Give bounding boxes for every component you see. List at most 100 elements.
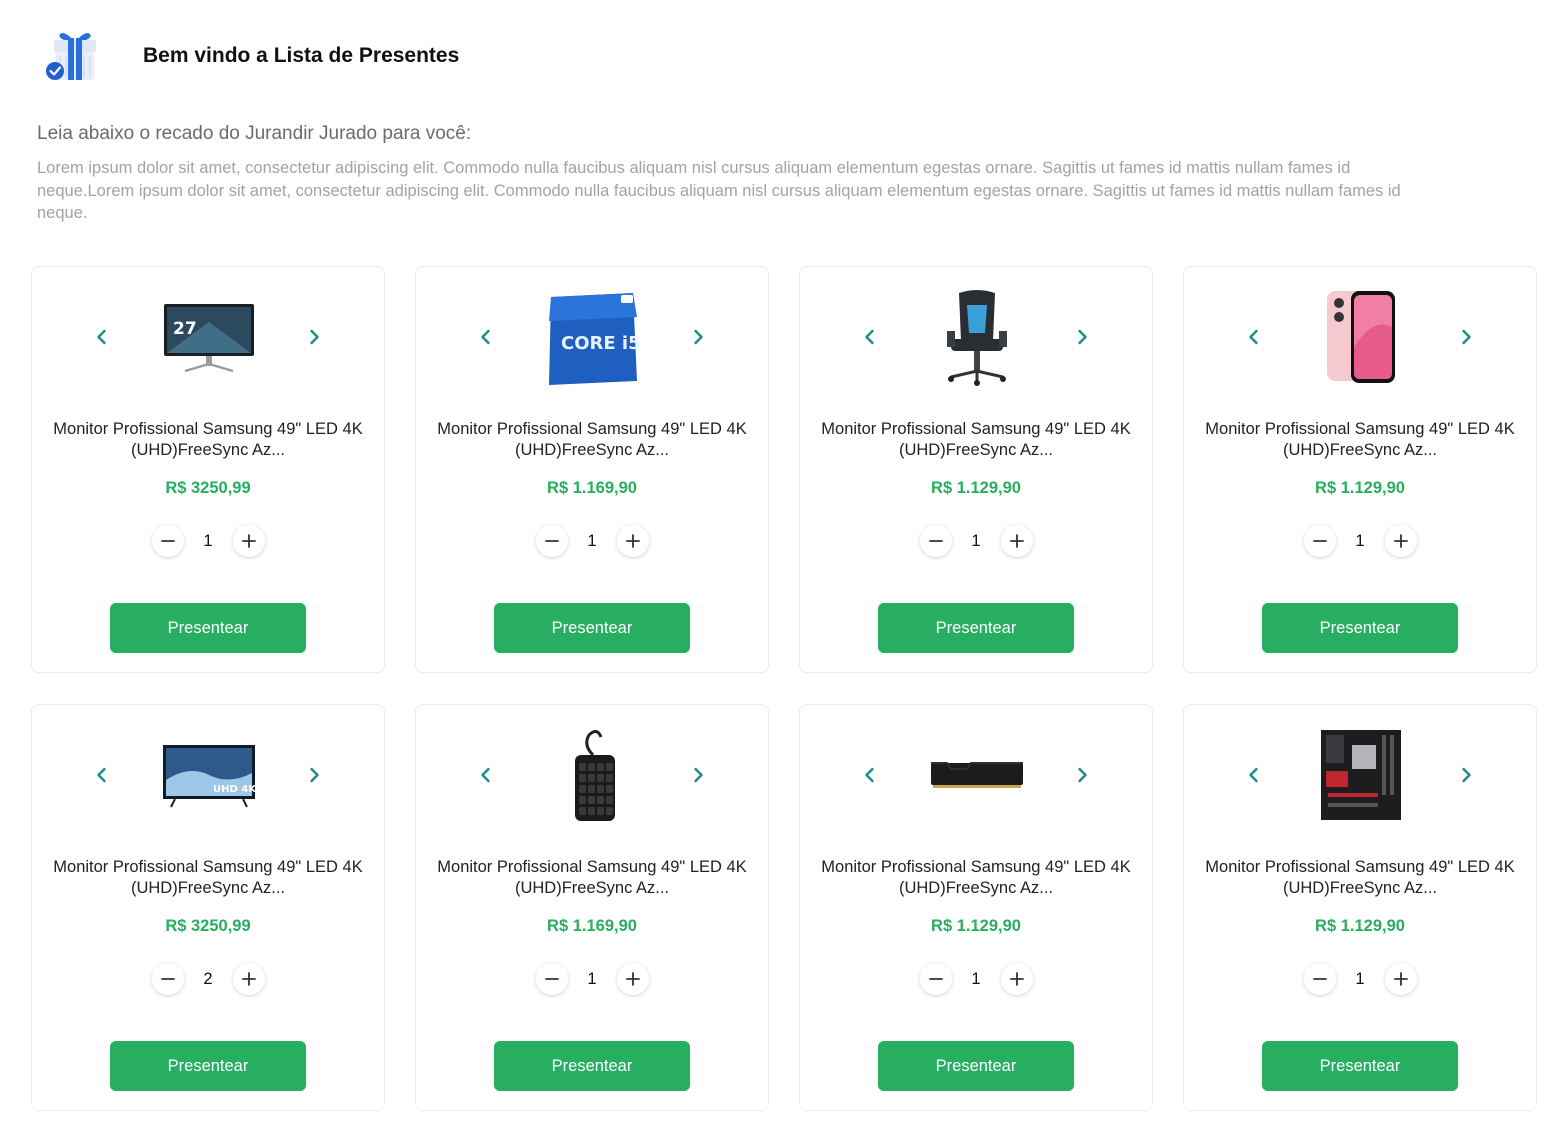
carousel-prev-button[interactable]: [1240, 761, 1268, 789]
keypad-image: [543, 723, 643, 827]
chevron-right-icon: [1462, 329, 1471, 345]
carousel-next-button[interactable]: [300, 761, 328, 789]
carousel-next-button[interactable]: [1068, 323, 1096, 351]
gift-button[interactable]: Presentear: [1262, 1041, 1458, 1091]
carousel-prev-button[interactable]: [472, 323, 500, 351]
decrease-quantity-button[interactable]: [919, 525, 952, 557]
gift-button[interactable]: Presentear: [878, 603, 1074, 653]
gift-button[interactable]: Presentear: [110, 603, 306, 653]
product-name: Monitor Profissional Samsung 49" LED 4K …: [53, 420, 363, 459]
chevron-right-icon: [310, 329, 319, 345]
product-name: Monitor Profissional Samsung 49" LED 4K …: [1205, 858, 1515, 897]
image-carousel: 27: [32, 285, 384, 389]
plus-icon: [1009, 534, 1024, 548]
ram-module-image: [927, 723, 1027, 827]
carousel-next-button[interactable]: [1452, 323, 1480, 351]
increase-quantity-button[interactable]: [1384, 525, 1417, 557]
product-card-1: 27 Monitor Profissional Samsung 49" LED …: [31, 266, 385, 673]
plus-icon: [625, 534, 640, 548]
carousel-next-button[interactable]: [1068, 761, 1096, 789]
increase-quantity-button[interactable]: [616, 963, 649, 995]
product-card-7: Monitor Profissional Samsung 49" LED 4K …: [799, 704, 1153, 1111]
product-card-2: CORE i5 Monitor Profissional Samsung 49"…: [415, 266, 769, 673]
carousel-prev-button[interactable]: [856, 761, 884, 789]
gift-button[interactable]: Presentear: [878, 1041, 1074, 1091]
product-name: Monitor Profissional Samsung 49" LED 4K …: [53, 858, 363, 897]
quantity-value: 2: [203, 969, 213, 988]
carousel-prev-button[interactable]: [1240, 323, 1268, 351]
decrease-quantity-button[interactable]: [919, 963, 952, 995]
chevron-left-icon: [97, 329, 106, 345]
product-card-3: Monitor Profissional Samsung 49" LED 4K …: [799, 266, 1153, 673]
chevron-right-icon: [310, 767, 319, 783]
smartphone-image: [1311, 285, 1411, 389]
gaming-chair-image: [927, 285, 1027, 389]
quantity-stepper: 1: [1184, 525, 1536, 557]
quantity-stepper: 1: [800, 963, 1152, 995]
increase-quantity-button[interactable]: [232, 963, 265, 995]
increase-quantity-button[interactable]: [1000, 525, 1033, 557]
product-price: R$ 3250,99: [165, 917, 251, 935]
minus-icon: [1312, 540, 1327, 542]
increase-quantity-button[interactable]: [616, 525, 649, 557]
quantity-value: 1: [971, 531, 981, 550]
gift-button[interactable]: Presentear: [110, 1041, 306, 1091]
message-body: Lorem ipsum dolor sit amet, consectetur …: [37, 159, 1401, 222]
quantity-value: 1: [1355, 969, 1365, 988]
minus-icon: [160, 540, 175, 542]
increase-quantity-button[interactable]: [1000, 963, 1033, 995]
decrease-quantity-button[interactable]: [1303, 963, 1336, 995]
monitor-label: 27: [173, 319, 197, 339]
chevron-right-icon: [694, 329, 703, 345]
carousel-next-button[interactable]: [684, 323, 712, 351]
tv-image: UHD 4K: [159, 723, 259, 827]
product-name: Monitor Profissional Samsung 49" LED 4K …: [821, 858, 1131, 897]
minus-icon: [1312, 978, 1327, 980]
carousel-prev-button[interactable]: [856, 323, 884, 351]
product-price: R$ 1.129,90: [1315, 479, 1405, 497]
carousel-prev-button[interactable]: [88, 761, 116, 789]
plus-icon: [1009, 972, 1024, 986]
decrease-quantity-button[interactable]: [151, 963, 184, 995]
increase-quantity-button[interactable]: [232, 525, 265, 557]
plus-icon: [241, 972, 256, 986]
carousel-prev-button[interactable]: [472, 761, 500, 789]
decrease-quantity-button[interactable]: [151, 525, 184, 557]
product-price: R$ 1.129,90: [931, 479, 1021, 497]
chevron-right-icon: [694, 767, 703, 783]
chevron-left-icon: [481, 329, 490, 345]
chevron-left-icon: [1249, 329, 1258, 345]
carousel-next-button[interactable]: [1452, 761, 1480, 789]
chevron-left-icon: [865, 767, 874, 783]
header: [40, 26, 100, 86]
tv-label: UHD 4K: [213, 784, 257, 795]
plus-icon: [241, 534, 256, 548]
carousel-next-button[interactable]: [684, 761, 712, 789]
message-section: Leia abaixo o recado do Jurandir Jurado …: [37, 123, 1427, 225]
gift-button[interactable]: Presentear: [1262, 603, 1458, 653]
minus-icon: [544, 540, 559, 542]
quantity-value: 1: [203, 531, 213, 550]
cpu-box-image: CORE i5: [543, 285, 643, 389]
decrease-quantity-button[interactable]: [535, 963, 568, 995]
product-price: R$ 1.129,90: [931, 917, 1021, 935]
image-carousel: [1184, 723, 1536, 827]
minus-icon: [928, 540, 943, 542]
cpu-label: CORE i5: [561, 333, 641, 354]
increase-quantity-button[interactable]: [1384, 963, 1417, 995]
product-name: Monitor Profissional Samsung 49" LED 4K …: [821, 420, 1131, 459]
product-card-8: Monitor Profissional Samsung 49" LED 4K …: [1183, 704, 1537, 1111]
decrease-quantity-button[interactable]: [535, 525, 568, 557]
gift-button[interactable]: Presentear: [494, 603, 690, 653]
chevron-right-icon: [1078, 329, 1087, 345]
gift-button[interactable]: Presentear: [494, 1041, 690, 1091]
chevron-right-icon: [1078, 767, 1087, 783]
message-heading: Leia abaixo o recado do Jurandir Jurado …: [37, 123, 472, 144]
decrease-quantity-button[interactable]: [1303, 525, 1336, 557]
quantity-value: 1: [971, 969, 981, 988]
minus-icon: [928, 978, 943, 980]
quantity-stepper: 2: [32, 963, 384, 995]
carousel-prev-button[interactable]: [88, 323, 116, 351]
image-carousel: [800, 723, 1152, 827]
carousel-next-button[interactable]: [300, 323, 328, 351]
